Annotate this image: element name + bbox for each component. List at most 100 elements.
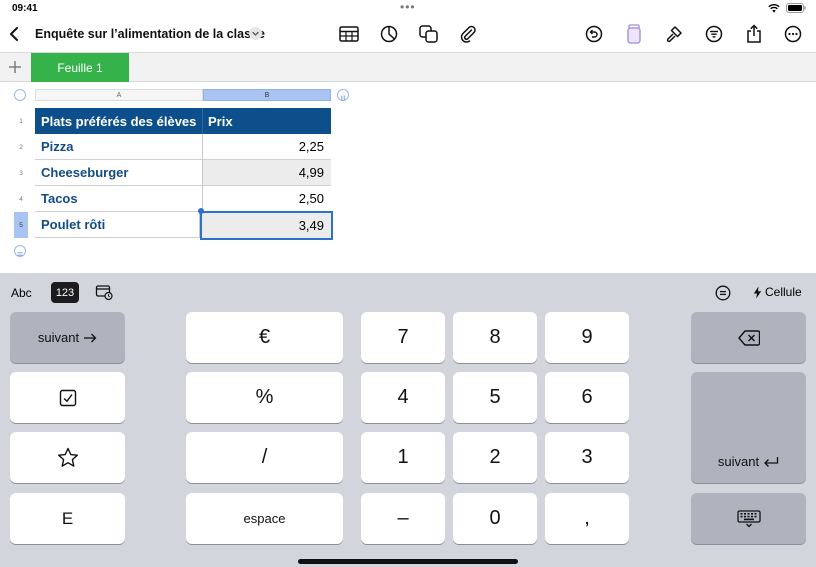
keyboard-abc-tab[interactable]: Abc xyxy=(11,286,32,300)
digit-0-key[interactable]: 0 xyxy=(453,493,537,544)
digit-8-key[interactable]: 8 xyxy=(453,312,537,363)
table-row-price-3[interactable]: 2,50 xyxy=(203,186,331,212)
battery-icon xyxy=(786,3,806,13)
row-header-4[interactable]: 4 xyxy=(14,186,28,212)
organize-button[interactable] xyxy=(703,23,725,45)
percent-key[interactable]: % xyxy=(186,372,343,423)
next-return-button[interactable]: suivant xyxy=(691,372,806,483)
add-sheet-button[interactable] xyxy=(7,59,23,75)
table-row-name-4[interactable]: Poulet rôti xyxy=(35,212,200,238)
arrow-right-icon xyxy=(84,333,97,342)
digit-6-key[interactable]: 6 xyxy=(545,372,629,423)
equals-circle-icon xyxy=(715,285,731,301)
euro-key[interactable]: € xyxy=(186,312,343,363)
keyboard-formula-button[interactable] xyxy=(715,285,731,301)
keyboard-date-tab[interactable] xyxy=(95,283,113,301)
chevron-left-icon xyxy=(10,27,18,41)
sheet-tab-bar: Feuille 1 xyxy=(0,52,816,82)
filter-icon xyxy=(705,25,723,43)
plus-icon xyxy=(9,61,21,73)
header-cell-price[interactable]: Prix xyxy=(203,108,331,134)
header-cell-dishes[interactable]: Plats préférés des élèves xyxy=(35,108,203,134)
cell-fill-button[interactable] xyxy=(623,23,645,45)
exponent-key[interactable]: E xyxy=(10,493,125,544)
format-button[interactable] xyxy=(663,23,685,45)
table-icon xyxy=(339,26,359,42)
return-icon xyxy=(764,457,779,467)
keyboard-123-tab[interactable]: 123 xyxy=(51,282,79,303)
calendar-clock-icon xyxy=(95,285,113,301)
digit-3-key[interactable]: 3 xyxy=(545,432,629,483)
row-header-2[interactable]: 2 xyxy=(14,134,28,160)
digit-2-key[interactable]: 2 xyxy=(453,432,537,483)
add-row-handle[interactable] xyxy=(14,245,26,257)
row-handle-icon xyxy=(17,252,23,256)
column-handle-icon xyxy=(341,95,345,101)
delete-backward-icon xyxy=(737,329,760,346)
app-toolbar: Enquête sur l’alimentation de la classe xyxy=(0,18,816,52)
next-return-label: suivant xyxy=(717,454,760,469)
selection-handle[interactable] xyxy=(198,208,204,214)
share-icon xyxy=(747,24,761,43)
digit-7-key[interactable]: 7 xyxy=(361,312,445,363)
minus-key[interactable]: – xyxy=(361,493,445,544)
title-menu-button[interactable] xyxy=(249,27,262,40)
slash-key[interactable]: / xyxy=(186,432,343,483)
table-row-name-2[interactable]: Cheeseburger xyxy=(35,160,203,186)
digit-1-key[interactable]: 1 xyxy=(361,432,445,483)
keyboard-hide-icon xyxy=(736,509,761,527)
keyboard-cell-button[interactable]: Cellule xyxy=(753,285,802,299)
insert-table-button[interactable] xyxy=(338,23,360,45)
status-time: 09:41 xyxy=(12,3,38,14)
star-rating-key[interactable] xyxy=(10,432,125,483)
status-bar: 09:41 ••• xyxy=(0,0,816,18)
space-key[interactable]: espace xyxy=(186,493,343,544)
ellipsis-circle-icon xyxy=(784,25,802,43)
keyboard-cell-label: Cellule xyxy=(765,285,802,299)
insert-chart-button[interactable] xyxy=(378,23,400,45)
column-header-a[interactable]: A xyxy=(35,89,203,101)
insert-shape-button[interactable] xyxy=(418,23,440,45)
jar-icon xyxy=(627,24,641,44)
star-icon xyxy=(57,447,78,467)
insert-media-button[interactable] xyxy=(457,23,479,45)
back-button[interactable] xyxy=(6,24,24,44)
table-row-price-1[interactable]: 2,25 xyxy=(203,134,331,160)
multitasking-dots[interactable]: ••• xyxy=(400,0,416,14)
chevron-down-icon xyxy=(252,31,259,36)
row-header-5[interactable]: 5 xyxy=(14,212,28,238)
checkbox-icon xyxy=(59,389,76,406)
digit-9-key[interactable]: 9 xyxy=(545,312,629,363)
table-row-name-1[interactable]: Pizza xyxy=(35,134,203,160)
undo-button[interactable] xyxy=(583,23,605,45)
row-header-1[interactable]: 1 xyxy=(14,108,28,134)
table-row-name-3[interactable]: Tacos xyxy=(35,186,203,212)
status-icons xyxy=(768,3,806,13)
document-title[interactable]: Enquête sur l’alimentation de la classe xyxy=(35,27,265,41)
comma-key[interactable]: , xyxy=(545,493,629,544)
table-select-handle[interactable] xyxy=(14,89,26,101)
share-button[interactable] xyxy=(743,23,765,45)
lightning-icon xyxy=(753,286,762,298)
tab-feuille-1[interactable]: Feuille 1 xyxy=(31,53,129,82)
home-indicator[interactable] xyxy=(298,559,518,564)
digit-5-key[interactable]: 5 xyxy=(453,372,537,423)
column-header-b[interactable]: B xyxy=(203,89,331,101)
paintbrush-icon xyxy=(666,26,682,43)
shapes-icon xyxy=(419,25,438,43)
add-column-handle[interactable] xyxy=(337,89,349,101)
delete-button[interactable] xyxy=(691,312,806,363)
undo-icon xyxy=(585,25,603,43)
selected-cell-price-4[interactable]: 3,49 xyxy=(200,211,333,240)
paperclip-icon xyxy=(460,25,476,43)
next-label: suivant xyxy=(37,330,80,345)
digit-4-key[interactable]: 4 xyxy=(361,372,445,423)
pie-chart-icon xyxy=(380,25,398,43)
checkbox-key[interactable] xyxy=(10,372,125,423)
table-row-price-2[interactable]: 4,99 xyxy=(203,160,331,186)
dismiss-keyboard-button[interactable] xyxy=(691,493,806,544)
next-button[interactable]: suivant xyxy=(10,312,125,363)
more-button[interactable] xyxy=(782,23,804,45)
row-header-3[interactable]: 3 xyxy=(14,160,28,186)
wifi-icon xyxy=(768,3,780,13)
